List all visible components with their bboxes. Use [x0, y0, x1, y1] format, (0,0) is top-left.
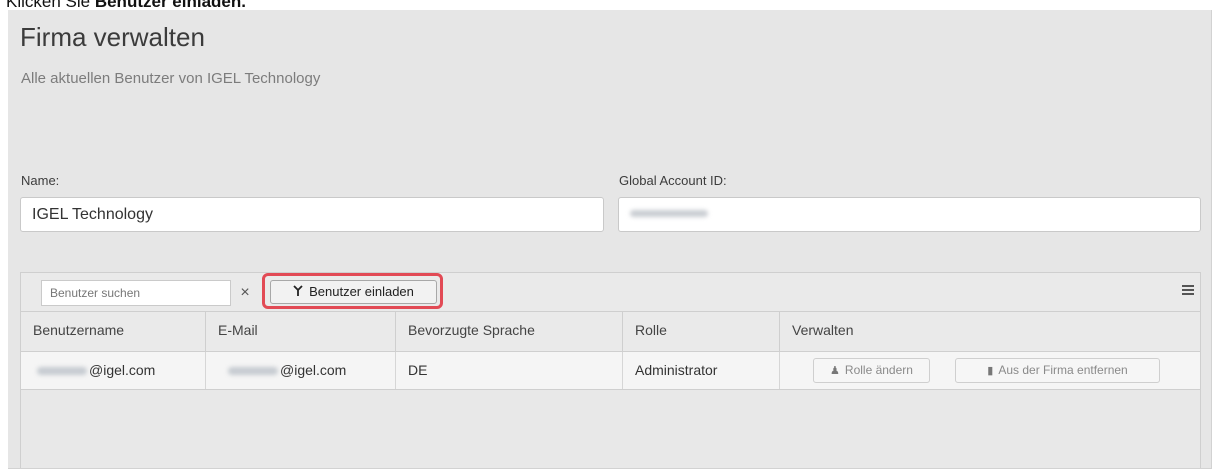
user-table-header: Benutzername E-Mail Bevorzugte Sprache R…	[20, 312, 1201, 351]
company-name-value: IGEL Technology	[32, 206, 153, 223]
change-role-button[interactable]: ♟ Rolle ändern	[813, 358, 930, 383]
table-empty-area	[20, 390, 1201, 468]
column-header-role[interactable]: Rolle	[623, 312, 780, 351]
column-header-manage: Verwalten	[792, 322, 854, 338]
email-cell: @igel.com	[206, 352, 396, 389]
user-table-toolbar: Benutzer suchen × Benutzer einladen	[20, 272, 1201, 312]
remove-from-company-label: Aus der Firma entfernen	[998, 363, 1128, 377]
language-cell: DE	[396, 352, 623, 389]
manage-cell: ♟ Rolle ändern ▮ Aus der Firma entfernen	[780, 352, 1200, 389]
page-title: Firma verwalten	[20, 22, 205, 52]
clear-search-icon[interactable]: ×	[237, 280, 253, 306]
hamburger-menu-icon[interactable]	[1182, 285, 1194, 297]
trash-icon: ▮	[987, 365, 994, 377]
redacted-account-id	[630, 210, 708, 218]
username-cell: @igel.com	[21, 352, 206, 389]
page-subtitle: Alle aktuellen Benutzer von IGEL Technol…	[21, 70, 321, 87]
invite-button-highlight	[262, 273, 443, 309]
email-domain: @igel.com	[280, 362, 347, 378]
user-search-input[interactable]: Benutzer suchen	[41, 280, 231, 306]
user-icon: ♟	[830, 365, 840, 377]
change-role-label: Rolle ändern	[844, 363, 913, 377]
global-account-id-label: Global Account ID:	[619, 173, 727, 188]
company-name-field[interactable]: IGEL Technology	[20, 197, 604, 232]
column-header-language[interactable]: Bevorzugte Sprache	[396, 312, 623, 351]
role-cell: Administrator	[623, 352, 780, 389]
global-account-id-field[interactable]	[618, 197, 1201, 232]
table-row: @igel.com @igel.com DE Administrator ♟ Ro…	[20, 351, 1201, 390]
column-header-email[interactable]: E-Mail	[206, 312, 396, 351]
username-domain: @igel.com	[89, 362, 156, 378]
remove-from-company-button[interactable]: ▮ Aus der Firma entfernen	[955, 358, 1160, 383]
name-label: Name:	[21, 173, 60, 188]
column-header-username[interactable]: Benutzername	[21, 312, 206, 351]
redacted-email	[228, 367, 278, 376]
redacted-username	[37, 367, 87, 376]
